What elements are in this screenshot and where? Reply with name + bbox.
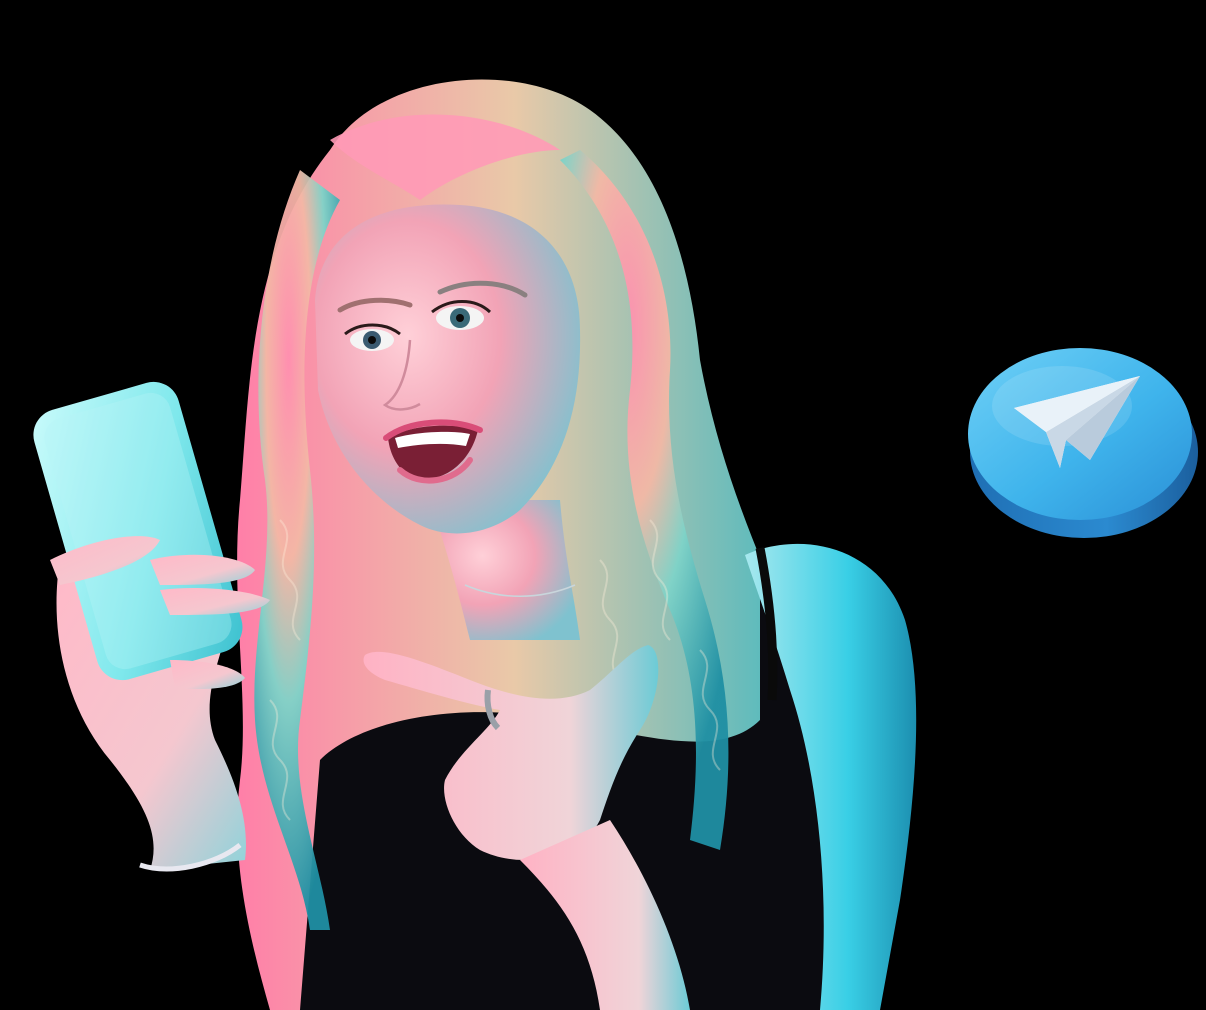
telegram-badge[interactable] (962, 336, 1202, 546)
telegram-coin (968, 348, 1198, 538)
hero-image (0, 0, 1206, 1010)
